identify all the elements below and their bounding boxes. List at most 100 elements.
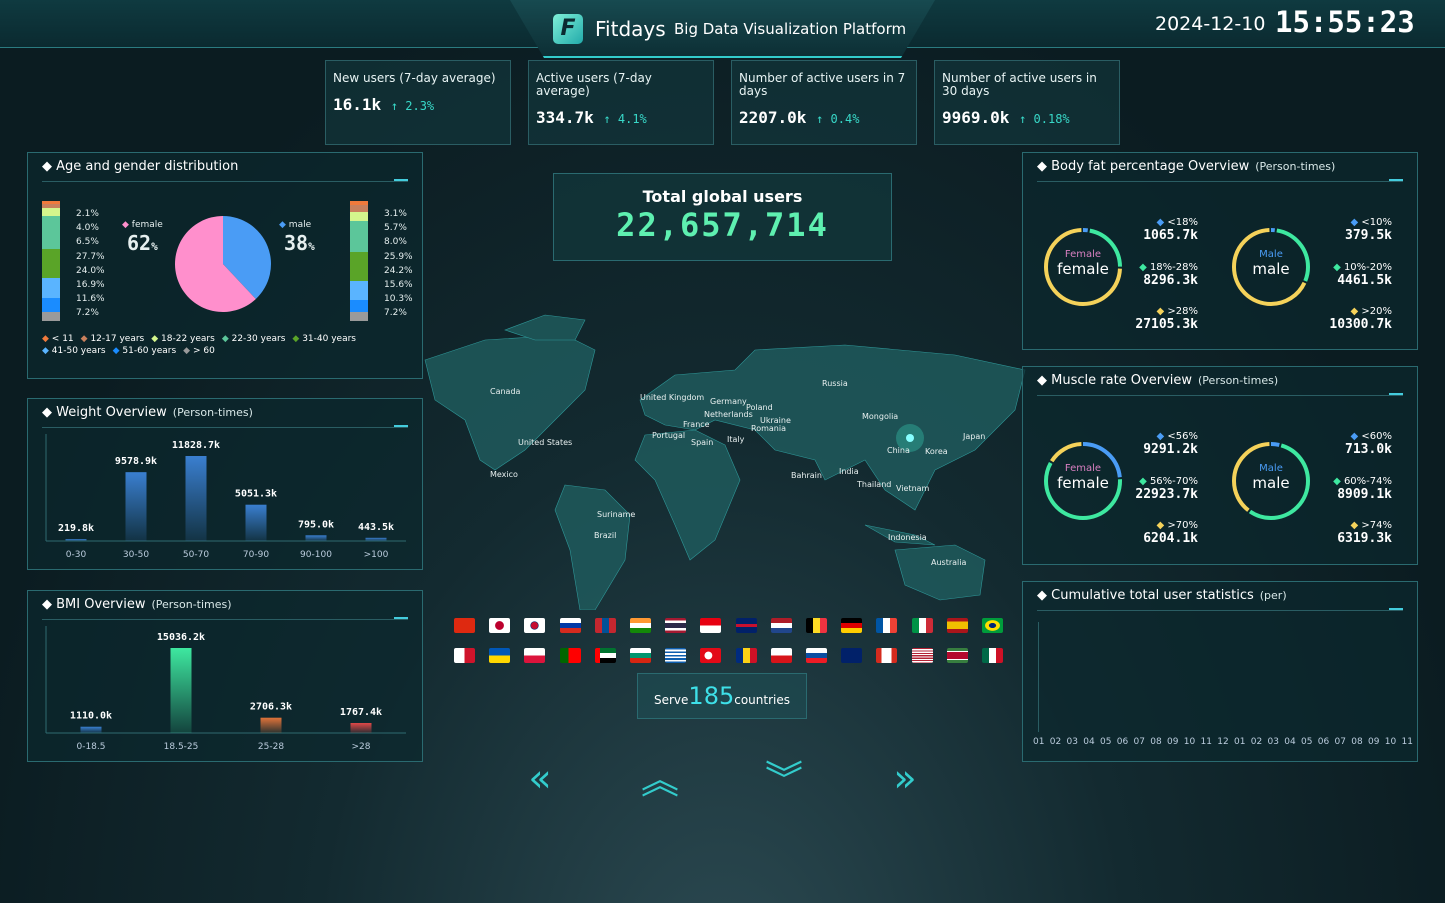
stat-label: Number of active users in 30 days [942, 71, 1097, 98]
stat-label: New users (7-day average) [333, 71, 496, 85]
stat-change: ↑ 0.18% [1019, 112, 1070, 126]
panel-title: ◆ BMI Overview (Person-times) [42, 597, 232, 612]
weight-bar-chart: 219.8k 0-30 9578.9k 30-50 11828.7k 50-70 5051.… [45, 434, 406, 560]
map-country-label: Italy [727, 435, 745, 444]
x-tick-label: 03 [1267, 737, 1279, 747]
map-country-label: Australia [931, 558, 967, 567]
female-age-segment [42, 208, 60, 217]
flag-france-icon [876, 618, 898, 633]
map-country-label: Canada [490, 387, 521, 396]
flag-romania-icon [735, 648, 757, 663]
flag-india-icon [630, 618, 651, 633]
ring-value-item: ◆ <60% 713.0k [1345, 431, 1392, 457]
x-tick-label: 07 [1133, 737, 1145, 747]
male-age-segment [350, 300, 368, 313]
x-tick-label: 02 [1049, 737, 1062, 747]
flag-netherlands-icon [770, 618, 792, 633]
age-gender-panel: ◆ Age and gender distribution 2.1% 4.0% 6.… [27, 152, 423, 379]
legend-dot-icon: ◆ [183, 346, 193, 356]
map-country-label: Germany [710, 397, 747, 406]
female-age-pct: 11.6% [76, 294, 105, 305]
male-percent: 38% [284, 231, 315, 255]
x-tick-label: >28 [352, 742, 371, 752]
chevrons-down-icon[interactable]: ︾ [764, 760, 804, 800]
x-tick-label: 01 [1033, 737, 1045, 747]
map-country-label: China [887, 446, 910, 455]
x-tick-label: 08 [1351, 737, 1363, 747]
female-age-pct: 27.7% [76, 251, 105, 262]
bar [260, 717, 282, 733]
stat-change: ↑ 0.4% [816, 112, 860, 126]
age-legend-item: ◆ < 11 [42, 334, 74, 344]
bar [350, 723, 372, 733]
female-percent: 62% [127, 231, 158, 255]
total-users-value: 22,657,714 [616, 206, 829, 244]
map-country-label: Suriname [597, 510, 636, 519]
x-tick-label: 07 [1334, 737, 1346, 747]
stat-value: 9969.0k ↑ 0.18% [942, 108, 1112, 127]
x-tick-label: 06 [1317, 737, 1330, 747]
chevrons-left-icon[interactable]: « [520, 758, 560, 798]
flag-greece-icon [665, 648, 687, 663]
female-age-segment [42, 312, 60, 321]
flag-usa-icon [911, 648, 933, 663]
age-legend-item: ◆ 41-50 years [42, 346, 106, 356]
age-legend-item: ◆ 51-60 years [112, 346, 177, 356]
legend-dot-icon: ◆ [1156, 520, 1168, 531]
chevrons-right-icon[interactable]: » [885, 758, 925, 798]
female-tag: Female [1064, 463, 1102, 474]
map-country-label: Vietnam [896, 484, 930, 493]
flag-suriname-icon [946, 648, 968, 663]
female-age-pct: 7.2% [76, 308, 99, 319]
legend-dot-icon: ◆ [1350, 306, 1362, 317]
total-users-card: Total global users 22,657,714 [553, 173, 892, 261]
x-tick-label: 11 [1401, 737, 1413, 747]
legend-dot-icon: ◆ [42, 346, 52, 356]
legend-dot-icon: ◆ [1350, 520, 1362, 531]
chevrons-up-icon[interactable]: ︽ [640, 760, 680, 800]
legend-dot-icon: ◆ [80, 334, 91, 344]
legend-dot-icon: ◆ [1156, 217, 1168, 228]
panel-title: ◆ Weight Overview (Person-times) [42, 405, 253, 420]
served-countries-card: Serve185countries [637, 673, 807, 719]
weight-panel: ◆ Weight Overview (Person-times) 219.8k 0-… [27, 398, 423, 570]
body-fat-panel: ◆ Body fat percentage Overview (Person-ti… [1022, 152, 1418, 350]
flag-uae-icon [594, 648, 616, 663]
x-tick-label: 70-90 [243, 550, 269, 560]
stat-number: 9969.0k [942, 108, 1010, 127]
legend-dot-icon: ◆ [221, 334, 232, 344]
countries-count: 185 [688, 682, 735, 710]
stat-label: Number of active users in 7 days [739, 71, 906, 98]
bar-value-label: 1767.4k [340, 707, 382, 718]
male-legend: ◆ male [279, 220, 312, 230]
x-tick-label: 18.5-25 [164, 742, 199, 752]
male-age-segment [350, 312, 368, 321]
flag-italy-icon [911, 618, 933, 633]
male-age-segment [350, 252, 368, 282]
ring-value-item: ◆ 18%-28% 8296.3k [1139, 261, 1198, 288]
stat-value: 334.7k ↑ 4.1% [536, 108, 706, 127]
x-tick-label: 10 [1384, 737, 1397, 747]
stat-card: New users (7-day average) 16.1k ↑ 2.3% [325, 60, 511, 145]
bar-value-label: 11828.7k [172, 440, 220, 451]
x-tick-label: 09 [1368, 737, 1380, 747]
x-tick-label: 01 [1234, 737, 1246, 747]
female-tag: Female [1064, 249, 1102, 260]
x-tick-label: 11 [1200, 737, 1212, 747]
map-country-label: Brazil [594, 531, 617, 540]
x-tick-label: 09 [1167, 737, 1179, 747]
map-country-label: Romania [751, 424, 786, 433]
female-age-pct: 6.5% [76, 237, 99, 248]
current-time: 15:55:23 [1275, 5, 1415, 39]
stat-value: 16.1k ↑ 2.3% [333, 95, 503, 114]
male-label: male [1252, 260, 1290, 278]
bar [80, 726, 102, 733]
bar [125, 472, 147, 541]
male-label: male [1252, 474, 1290, 492]
legend-dot-icon: ◆ [1139, 261, 1150, 273]
bar [170, 648, 192, 733]
ring-value-item: ◆ <56% 9291.2k [1143, 431, 1198, 457]
flag-bulgaria-icon [630, 648, 651, 663]
muscle-rate-panel: ◆ Muscle rate Overview (Person-times) Fem… [1022, 366, 1418, 565]
x-tick-label: 06 [1116, 737, 1129, 747]
